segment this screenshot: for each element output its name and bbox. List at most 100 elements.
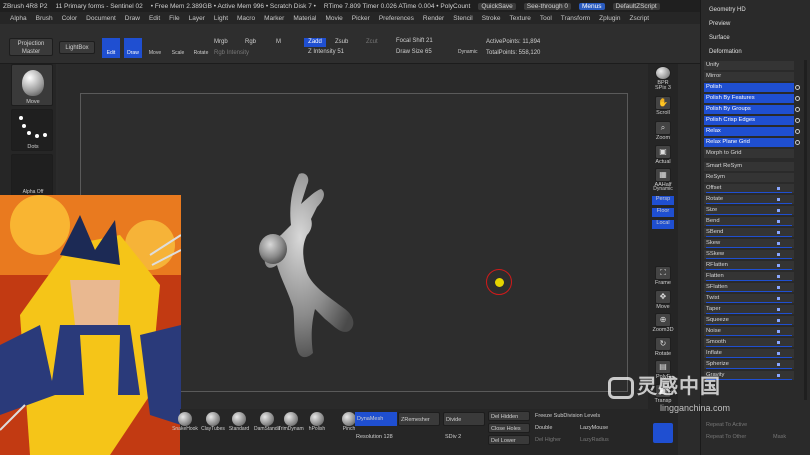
lazyradius-slider[interactable]: LazyRadius: [580, 437, 609, 443]
deform-slider-knob[interactable]: [777, 330, 780, 333]
zoom-button[interactable]: ⌕ Zoom: [652, 121, 674, 141]
divide-button[interactable]: Divide: [443, 412, 485, 426]
deform-size[interactable]: Size: [704, 206, 794, 215]
aahalf-button[interactable]: ▦ AAHalf: [652, 168, 674, 188]
del-higher-button[interactable]: Del Higher: [535, 437, 561, 443]
deform-smooth[interactable]: Smooth: [704, 338, 794, 347]
menu-stroke[interactable]: Stroke: [482, 15, 501, 22]
deform-squeeze[interactable]: Squeeze: [704, 316, 794, 325]
deform-twist[interactable]: Twist: [704, 294, 794, 303]
panel-section-surface[interactable]: Surface: [709, 35, 730, 41]
deform-slider-knob[interactable]: [777, 363, 780, 366]
see-through-slider[interactable]: See-through 0: [523, 2, 571, 10]
deform-rotate[interactable]: Rotate: [704, 195, 794, 204]
panel-section-geometry-hd[interactable]: Geometry HD: [709, 7, 746, 13]
deform-polish-by-groups[interactable]: Polish By Groups: [704, 105, 800, 114]
alpha-selector[interactable]: Alpha Off: [11, 154, 53, 196]
brush-damstandard[interactable]: DamStandard: [254, 412, 280, 432]
scroll-button[interactable]: ✋ Scroll: [652, 96, 674, 116]
deform-slider-track[interactable]: [706, 335, 792, 336]
deform-slider-knob[interactable]: [777, 352, 780, 355]
deform-morph-to-grid[interactable]: Morph to Grid: [704, 149, 794, 158]
deform-option-radio[interactable]: [795, 140, 800, 145]
brush-snakehook[interactable]: SnakeHook: [172, 412, 198, 432]
floor-button[interactable]: Floor: [652, 208, 674, 217]
menu-macro[interactable]: Macro: [237, 15, 255, 22]
draw-size-slider[interactable]: Draw Size 65: [396, 49, 432, 55]
panel-scrollbar[interactable]: [804, 60, 807, 400]
menu-tool[interactable]: Tool: [540, 15, 552, 22]
deform-polish-by-features[interactable]: Polish By Features: [704, 94, 800, 103]
deform-rflatten[interactable]: RFlatten: [704, 261, 794, 270]
deform-slider-track[interactable]: [706, 324, 792, 325]
freeze-subdivision-button[interactable]: Freeze SubDivision Levels: [535, 413, 600, 419]
panel-section-preview[interactable]: Preview: [709, 21, 730, 27]
deform-slider-knob[interactable]: [777, 341, 780, 344]
sdiv-slider[interactable]: SDiv 2: [445, 434, 461, 440]
deform-slider-track[interactable]: [706, 291, 792, 292]
menu-preferences[interactable]: Preferences: [379, 15, 414, 22]
deform-option-radio[interactable]: [795, 118, 800, 123]
deform-option-radio[interactable]: [795, 107, 800, 112]
menu-render[interactable]: Render: [423, 15, 444, 22]
lightbox-button[interactable]: LightBox: [59, 41, 95, 54]
deform-slider-knob[interactable]: [777, 231, 780, 234]
brush-standard[interactable]: Standard: [226, 412, 252, 432]
move-button[interactable]: Move: [146, 38, 164, 58]
deform-slider-knob[interactable]: [777, 308, 780, 311]
bpr-button[interactable]: BPR: [652, 66, 674, 86]
deform-option-radio[interactable]: [795, 85, 800, 90]
menu-draw[interactable]: Draw: [125, 15, 140, 22]
del-lower-button[interactable]: Del Lower: [488, 435, 530, 445]
rgb-intensity-slider[interactable]: Rgb Intensity: [214, 50, 249, 56]
solo-button[interactable]: [653, 423, 673, 443]
zoom3d-button[interactable]: ⊕ Zoom3D: [652, 313, 674, 333]
deform-spherize[interactable]: Spherize: [704, 360, 794, 369]
deform-slider-track[interactable]: [706, 247, 792, 248]
deform-taper[interactable]: Taper: [704, 305, 794, 314]
deform-offset[interactable]: Offset: [704, 184, 794, 193]
brush-selector[interactable]: Move: [11, 64, 53, 106]
deform-flatten[interactable]: Flatten: [704, 272, 794, 281]
brush-trimdynamic[interactable]: TrimDynamic: [278, 412, 304, 432]
repeat-to-other-button[interactable]: Repeat To Other: [706, 434, 746, 440]
deform-slider-track[interactable]: [706, 357, 792, 358]
menu-movie[interactable]: Movie: [325, 15, 342, 22]
repeat-to-active-button[interactable]: Repeat To Active: [706, 422, 747, 428]
rotate-view-button[interactable]: ↻ Rotate: [652, 337, 674, 357]
deform-noise[interactable]: Noise: [704, 327, 794, 336]
z-intensity-slider[interactable]: Z Intensity 51: [308, 49, 344, 55]
lazymouse-button[interactable]: LazyMouse: [580, 425, 608, 431]
deform-relax-plane-grid[interactable]: Relax Plane Grid: [704, 138, 800, 147]
actual-button[interactable]: ▣ Actual: [652, 145, 674, 165]
mrgb-button[interactable]: Mrgb: [214, 39, 228, 45]
brush-claytubes[interactable]: ClayTubes: [200, 412, 226, 432]
deform-inflate[interactable]: Inflate: [704, 349, 794, 358]
deform-slider-track[interactable]: [706, 269, 792, 270]
local-button[interactable]: Local: [652, 220, 674, 229]
menu-brush[interactable]: Brush: [36, 15, 53, 22]
deform-bend[interactable]: Bend: [704, 217, 794, 226]
deform-slider-track[interactable]: [706, 368, 792, 369]
deform-slider-knob[interactable]: [777, 253, 780, 256]
mask-button[interactable]: Mask: [773, 434, 786, 440]
deform-slider-knob[interactable]: [777, 319, 780, 322]
deform-slider-track[interactable]: [706, 280, 792, 281]
persp-button[interactable]: Persp: [652, 196, 674, 205]
zcut-button[interactable]: Zcut: [366, 39, 378, 45]
deform-slider-knob[interactable]: [777, 242, 780, 245]
projection-master-button[interactable]: Projection Master: [9, 38, 53, 56]
deform-option-radio[interactable]: [795, 96, 800, 101]
menu-material[interactable]: Material: [293, 15, 316, 22]
menu-transform[interactable]: Transform: [561, 15, 590, 22]
menus-toggle[interactable]: Menus: [579, 2, 605, 10]
menu-alpha[interactable]: Alpha: [10, 15, 27, 22]
deform-slider-track[interactable]: [706, 203, 792, 204]
brush-hpolish[interactable]: hPolish: [304, 412, 330, 432]
menu-marker[interactable]: Marker: [264, 15, 284, 22]
deform-slider-track[interactable]: [706, 346, 792, 347]
scale-button[interactable]: Scale: [169, 38, 187, 58]
menu-edit[interactable]: Edit: [149, 15, 160, 22]
deform-option-radio[interactable]: [795, 129, 800, 134]
menu-layer[interactable]: Layer: [189, 15, 205, 22]
